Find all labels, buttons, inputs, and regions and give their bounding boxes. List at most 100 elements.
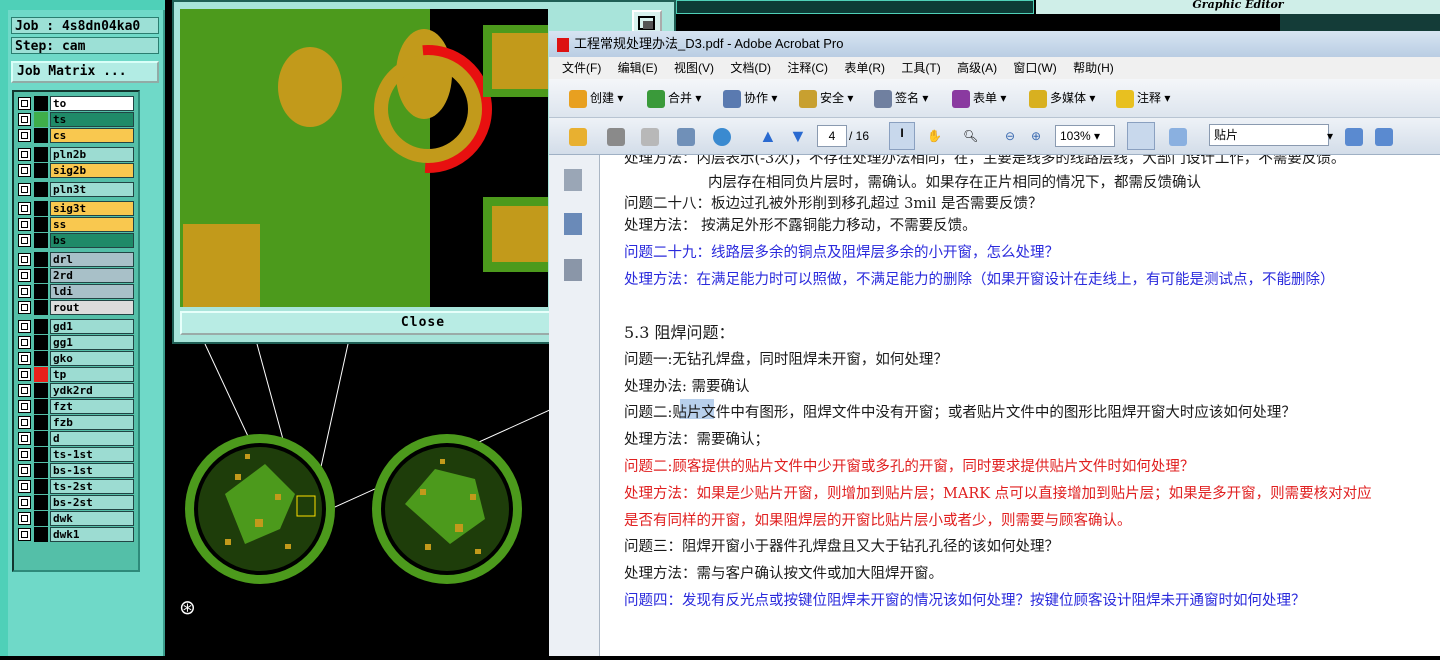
layer-row-cs[interactable]: cs [16, 128, 136, 143]
layer-color-swatch[interactable] [34, 463, 48, 478]
layer-row-ss[interactable]: ss [16, 217, 136, 232]
layer-row-2rd[interactable]: 2rd [16, 268, 136, 283]
layer-name[interactable]: ts-2st [50, 479, 134, 494]
layer-name[interactable]: d [50, 431, 134, 446]
combine-button[interactable]: 合并 ▾ [647, 88, 701, 108]
menu-file[interactable]: 文件(F) [562, 61, 601, 75]
comment-button[interactable]: 注释 ▾ [1116, 88, 1170, 108]
layer-color-swatch[interactable] [34, 112, 48, 127]
hand-tool-icon[interactable]: ✋ [927, 126, 942, 146]
layer-checkbox[interactable] [18, 148, 31, 161]
layer-row-tp[interactable]: tp [16, 367, 136, 382]
layer-name[interactable]: 2rd [50, 268, 134, 283]
layer-row-rout[interactable]: rout [16, 300, 136, 315]
zoom-tool-icon[interactable]: 🔍︎ [963, 126, 978, 146]
layer-checkbox[interactable] [18, 400, 31, 413]
layer-name[interactable]: pln2b [50, 147, 134, 162]
layer-checkbox[interactable] [18, 432, 31, 445]
layer-row-drl[interactable]: drl [16, 252, 136, 267]
layer-row-gko[interactable]: gko [16, 351, 136, 366]
layer-name[interactable]: sig2b [50, 163, 134, 178]
layer-color-swatch[interactable] [34, 252, 48, 267]
select-text-tool[interactable]: I [889, 122, 915, 150]
web-icon[interactable] [713, 126, 734, 146]
layer-name[interactable]: ts [50, 112, 134, 127]
layer-checkbox[interactable] [18, 285, 31, 298]
layer-checkbox[interactable] [18, 496, 31, 509]
layer-row-ldi[interactable]: ldi [16, 284, 136, 299]
layer-color-swatch[interactable] [34, 399, 48, 414]
menu-tools[interactable]: 工具(T) [901, 61, 940, 75]
layer-row-to[interactable]: to [16, 96, 136, 111]
layer-color-swatch[interactable] [34, 431, 48, 446]
layer-checkbox[interactable] [18, 301, 31, 314]
layer-name[interactable]: dwk [50, 511, 134, 526]
layer-checkbox[interactable] [18, 448, 31, 461]
layer-color-swatch[interactable] [34, 527, 48, 542]
layer-checkbox[interactable] [18, 129, 31, 142]
document-page[interactable]: 处理方法：内层表示(-3次)，不存在处理办法相同，在，主要是线多的线路层线，大部… [600, 155, 1440, 656]
layer-color-swatch[interactable] [34, 182, 48, 197]
layer-row-ts-2st[interactable]: ts-2st [16, 479, 136, 494]
prev-page-icon[interactable]: ▲ [759, 126, 777, 146]
layer-name[interactable]: ydk2rd [50, 383, 134, 398]
layer-checkbox[interactable] [18, 512, 31, 525]
layer-checkbox[interactable] [18, 528, 31, 541]
layer-name[interactable]: ss [50, 217, 134, 232]
layer-color-swatch[interactable] [34, 233, 48, 248]
layer-color-swatch[interactable] [34, 319, 48, 334]
bookmarks-icon[interactable] [564, 213, 582, 235]
layer-name[interactable]: fzt [50, 399, 134, 414]
find-input[interactable]: 贴片 [1209, 124, 1329, 146]
pcb-graphic-canvas[interactable]: ⊛ [165, 343, 553, 656]
zoom-in-icon[interactable]: ⊕ [1031, 126, 1041, 146]
zoom-level-select[interactable]: 103% ▾ [1055, 125, 1115, 147]
layer-checkbox[interactable] [18, 113, 31, 126]
layer-name[interactable]: gd1 [50, 319, 134, 334]
layer-row-fzt[interactable]: fzt [16, 399, 136, 414]
create-button[interactable]: 创建 ▾ [569, 88, 623, 108]
layer-row-gg1[interactable]: gg1 [16, 335, 136, 350]
layer-checkbox[interactable] [18, 97, 31, 110]
layer-row-ts[interactable]: ts [16, 112, 136, 127]
menu-window[interactable]: 窗口(W) [1013, 61, 1056, 75]
layer-checkbox[interactable] [18, 336, 31, 349]
layer-checkbox[interactable] [18, 164, 31, 177]
layer-checkbox[interactable] [18, 234, 31, 247]
layer-name[interactable]: ts-1st [50, 447, 134, 462]
layer-color-swatch[interactable] [34, 335, 48, 350]
layer-color-swatch[interactable] [34, 383, 48, 398]
layer-name[interactable]: fzb [50, 415, 134, 430]
layer-color-swatch[interactable] [34, 128, 48, 143]
job-matrix-button[interactable]: Job Matrix ... [11, 61, 159, 83]
layer-row-ydk2rd[interactable]: ydk2rd [16, 383, 136, 398]
pages-icon[interactable] [564, 169, 582, 191]
layer-checkbox[interactable] [18, 253, 31, 266]
zoom-canvas[interactable] [180, 9, 548, 307]
fit-page-icon[interactable] [1169, 126, 1190, 146]
layer-name[interactable]: bs [50, 233, 134, 248]
layer-color-swatch[interactable] [34, 367, 48, 382]
layer-row-sig2b[interactable]: sig2b [16, 163, 136, 178]
next-page-icon[interactable]: ▼ [789, 126, 807, 146]
layer-name[interactable]: tp [50, 367, 134, 382]
layer-color-swatch[interactable] [34, 201, 48, 216]
layer-row-fzb[interactable]: fzb [16, 415, 136, 430]
layer-row-pln2b[interactable]: pln2b [16, 147, 136, 162]
find-dropdown-icon[interactable]: ▾ [1327, 126, 1333, 146]
layer-name[interactable]: to [50, 96, 134, 111]
layer-color-swatch[interactable] [34, 351, 48, 366]
email-icon[interactable] [677, 126, 698, 146]
layer-name[interactable]: rout [50, 300, 134, 315]
secure-button[interactable]: 安全 ▾ [799, 88, 853, 108]
layer-row-dwk1[interactable]: dwk1 [16, 527, 136, 542]
layer-color-swatch[interactable] [34, 147, 48, 162]
layer-row-dwk[interactable]: dwk [16, 511, 136, 526]
find-previous-icon[interactable] [1345, 126, 1366, 146]
layer-checkbox[interactable] [18, 269, 31, 282]
sign-button[interactable]: 签名 ▾ [874, 88, 928, 108]
open-icon[interactable] [569, 126, 590, 146]
layer-checkbox[interactable] [18, 464, 31, 477]
layer-color-swatch[interactable] [34, 415, 48, 430]
layer-color-swatch[interactable] [34, 163, 48, 178]
